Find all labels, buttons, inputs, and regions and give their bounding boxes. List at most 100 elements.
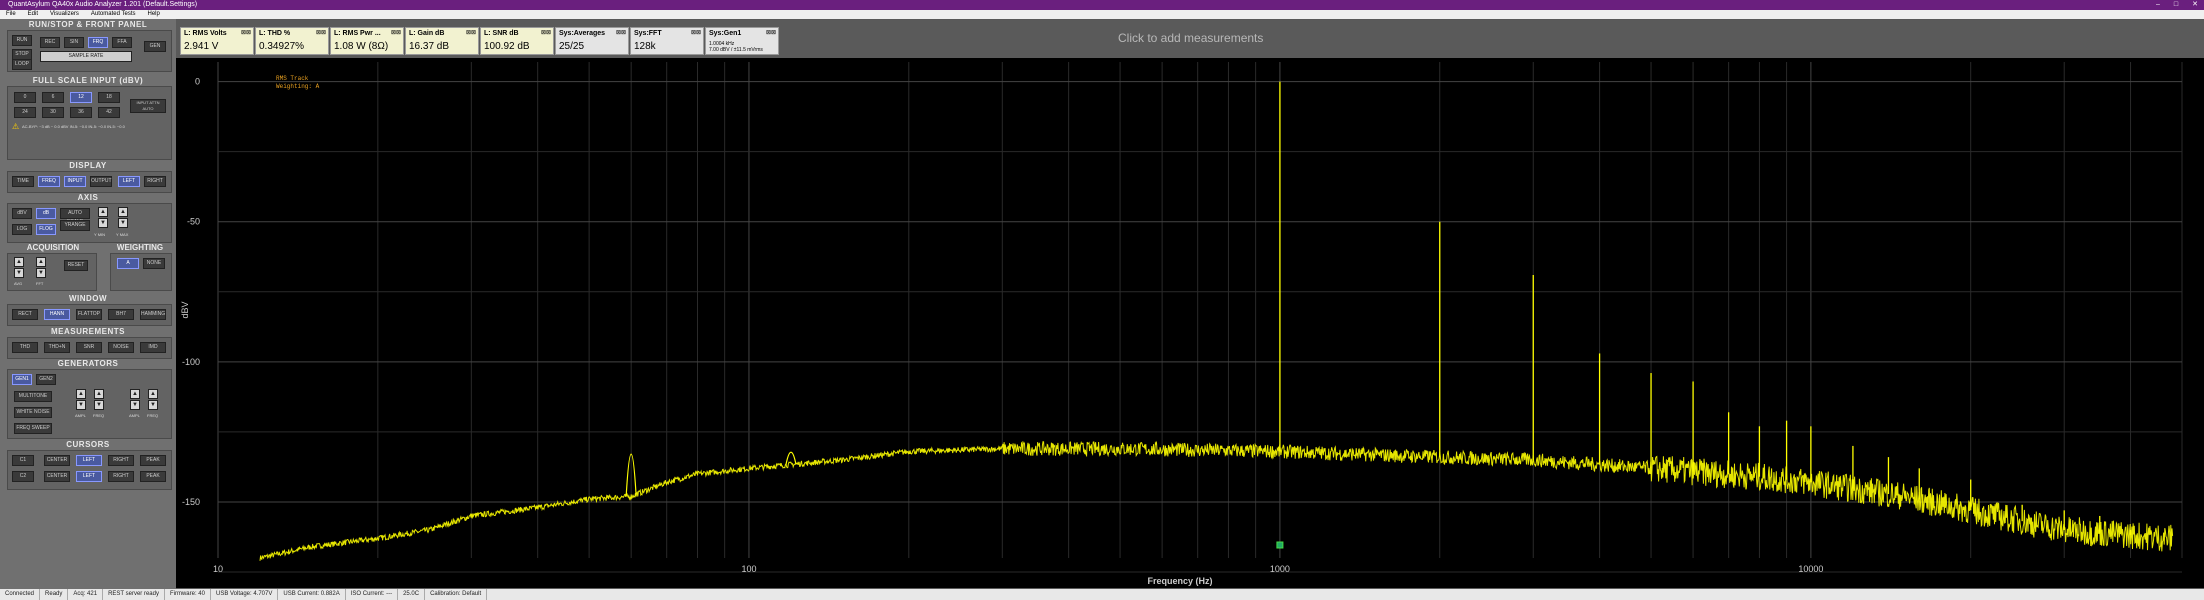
ymin-up-icon[interactable]: ▲ (98, 207, 108, 217)
menu-edit[interactable]: Edit (28, 10, 38, 19)
meas-sys-gen1[interactable]: Sys:Gen1 ⊠⊠ 1.0004 kHz 7.00 dBV / ±11.5 … (705, 27, 779, 55)
cursor2-right-button[interactable]: RIGHT (108, 471, 134, 482)
gen2-ampl-down-icon[interactable]: ▼ (130, 400, 140, 410)
gen1-freq-down-icon[interactable]: ▼ (94, 400, 104, 410)
meas-imd-button[interactable]: IMD (140, 342, 166, 353)
axis-flog-button[interactable]: FLOG (36, 224, 56, 235)
meas-snr[interactable]: L: SNR dB ⊠⊠ 100.92 dB (480, 27, 554, 55)
cursor1-button[interactable]: C1 (12, 455, 34, 466)
menu-help[interactable]: Help (148, 10, 160, 19)
gen-button[interactable]: GEN (144, 41, 166, 52)
close-icon[interactable]: ✕ (2192, 0, 2198, 10)
gen2-freq-up-icon[interactable]: ▲ (148, 389, 158, 399)
cursor2-peak-button[interactable]: PEAK (140, 471, 166, 482)
meas-sys-averages[interactable]: Sys:Averages ⊠⊠ 25/25 (555, 27, 629, 55)
meas-gain[interactable]: L: Gain dB ⊠⊠ 16.37 dB (405, 27, 479, 55)
menu-file[interactable]: File (6, 10, 16, 19)
freq-sweep-button[interactable]: FREQ SWEEP (14, 423, 52, 434)
close-icon[interactable]: ⊠⊠ (616, 29, 626, 36)
window-bh7-button[interactable]: BH7 (108, 309, 134, 320)
axis-db-button[interactable]: dB (36, 208, 56, 219)
meas-noise-button[interactable]: NOISE (108, 342, 134, 353)
display-freq-button[interactable]: FREQ (38, 176, 60, 187)
ymax-down-icon[interactable]: ▼ (118, 218, 128, 228)
ffa-button[interactable]: FFA (112, 37, 132, 48)
close-icon[interactable]: ⊠⊠ (691, 29, 701, 36)
white-noise-button[interactable]: WHITE NOISE (14, 407, 52, 418)
frq-button[interactable]: FRQ (88, 37, 108, 48)
window-flattop-button[interactable]: FLATTOP (76, 309, 102, 320)
spectrum-graph[interactable]: 10 100 1000 10000 0 -50 -100 -150 Frequency (Hz)… (176, 58, 2204, 588)
axis-dbv-button[interactable]: dBV (12, 208, 32, 219)
axis-log-button[interactable]: LOG (12, 224, 32, 235)
close-icon[interactable]: ⊠⊠ (766, 29, 776, 36)
ymax-up-icon[interactable]: ▲ (118, 207, 128, 217)
minimize-icon[interactable]: – (2156, 0, 2160, 10)
close-icon[interactable]: ⊠⊠ (241, 29, 251, 36)
gen2-button[interactable]: GEN2 (36, 374, 56, 385)
window-hamming-button[interactable]: HAMMING (140, 309, 166, 320)
reset-button[interactable]: RESET (64, 260, 88, 271)
cursor2-center-button[interactable]: CENTER (44, 471, 70, 482)
meas-sys-fft[interactable]: Sys:FFT ⊠⊠ 128k (630, 27, 704, 55)
cursor1-peak-button[interactable]: PEAK (140, 455, 166, 466)
meas-thd[interactable]: L: THD % ⊠⊠ 0.34927% (255, 27, 329, 55)
gen1-freq-up-icon[interactable]: ▲ (94, 389, 104, 399)
close-icon[interactable]: ⊠⊠ (541, 29, 551, 36)
window-hann-button[interactable]: HANN (44, 309, 70, 320)
fs-18-button[interactable]: 18 (98, 92, 120, 103)
cursor2-left-button[interactable]: LEFT (76, 471, 102, 482)
meas-thd-button[interactable]: THD (12, 342, 38, 353)
meas-rms-volts[interactable]: L: RMS Volts ⊠⊠ 2.941 V (180, 27, 254, 55)
rec-button[interactable]: REC (40, 37, 60, 48)
sin-button[interactable]: SIN (64, 37, 84, 48)
avg-down-icon[interactable]: ▼ (14, 268, 24, 278)
maximize-icon[interactable]: □ (2174, 0, 2178, 10)
display-input-button[interactable]: INPUT (64, 176, 86, 187)
fft-up-icon[interactable]: ▲ (36, 257, 46, 267)
gen2-freq-down-icon[interactable]: ▼ (148, 400, 158, 410)
run-button[interactable]: RUN (12, 35, 32, 46)
yrange-button[interactable]: YRANGE (60, 220, 90, 231)
menu-automated-tests[interactable]: Automated Tests (91, 10, 136, 19)
fs-42-button[interactable]: 42 (98, 107, 120, 118)
avg-up-icon[interactable]: ▲ (14, 257, 24, 267)
menu-visualizers[interactable]: Visualizers (50, 10, 79, 19)
close-icon[interactable]: ⊠⊠ (316, 29, 326, 36)
cursor1-right-button[interactable]: RIGHT (108, 455, 134, 466)
cursor2-button[interactable]: C2 (12, 471, 34, 482)
ymin-down-icon[interactable]: ▼ (98, 218, 108, 228)
display-time-button[interactable]: TIME (12, 176, 34, 187)
close-icon[interactable]: ⊠⊠ (466, 29, 476, 36)
fs-24-button[interactable]: 24 (14, 107, 36, 118)
meas-rms-power[interactable]: L: RMS Pwr ... ⊠⊠ 1.08 W (8Ω) (330, 27, 404, 55)
fs-36-button[interactable]: 36 (70, 107, 92, 118)
auto-scale-button[interactable]: AUTO SCALE (60, 208, 90, 225)
display-right-button[interactable]: RIGHT (144, 176, 166, 187)
weighting-a-button[interactable]: A (117, 258, 139, 269)
gen1-ampl-down-icon[interactable]: ▼ (76, 400, 86, 410)
gen1-ampl-up-icon[interactable]: ▲ (76, 389, 86, 399)
fs-0-button[interactable]: 0 (14, 92, 36, 103)
display-left-button[interactable]: LEFT (118, 176, 140, 187)
cursor1-center-button[interactable]: CENTER (44, 455, 70, 466)
add-measurements-prompt[interactable]: Click to add measurements (1118, 31, 1263, 45)
cursor1-left-button[interactable]: LEFT (76, 455, 102, 466)
meas-snr-button[interactable]: SNR (76, 342, 102, 353)
weighting-none-button[interactable]: NONE (143, 258, 165, 269)
fft-down-icon[interactable]: ▼ (36, 268, 46, 278)
multitone-button[interactable]: MULTITONE (14, 391, 52, 402)
display-output-button[interactable]: OUTPUT (90, 176, 112, 187)
gen1-button[interactable]: GEN1 (12, 374, 32, 385)
fs-12-button[interactable]: 12 (70, 92, 92, 103)
fs-30-button[interactable]: 30 (42, 107, 64, 118)
input-attn-auto-button[interactable]: INPUT ATTN AUTO (130, 99, 166, 113)
gen2-ampl-up-icon[interactable]: ▲ (130, 389, 140, 399)
close-icon[interactable]: ⊠⊠ (391, 29, 401, 36)
loop-button[interactable]: LOOP (12, 59, 32, 70)
meas-thdn-button[interactable]: THD+N (44, 342, 70, 353)
sample-rate-select[interactable]: SAMPLE RATE (40, 51, 132, 62)
run-stop-title: RUN/STOP & FRONT PANEL (28, 20, 148, 29)
window-rect-button[interactable]: RECT (12, 309, 38, 320)
fs-6-button[interactable]: 6 (42, 92, 64, 103)
